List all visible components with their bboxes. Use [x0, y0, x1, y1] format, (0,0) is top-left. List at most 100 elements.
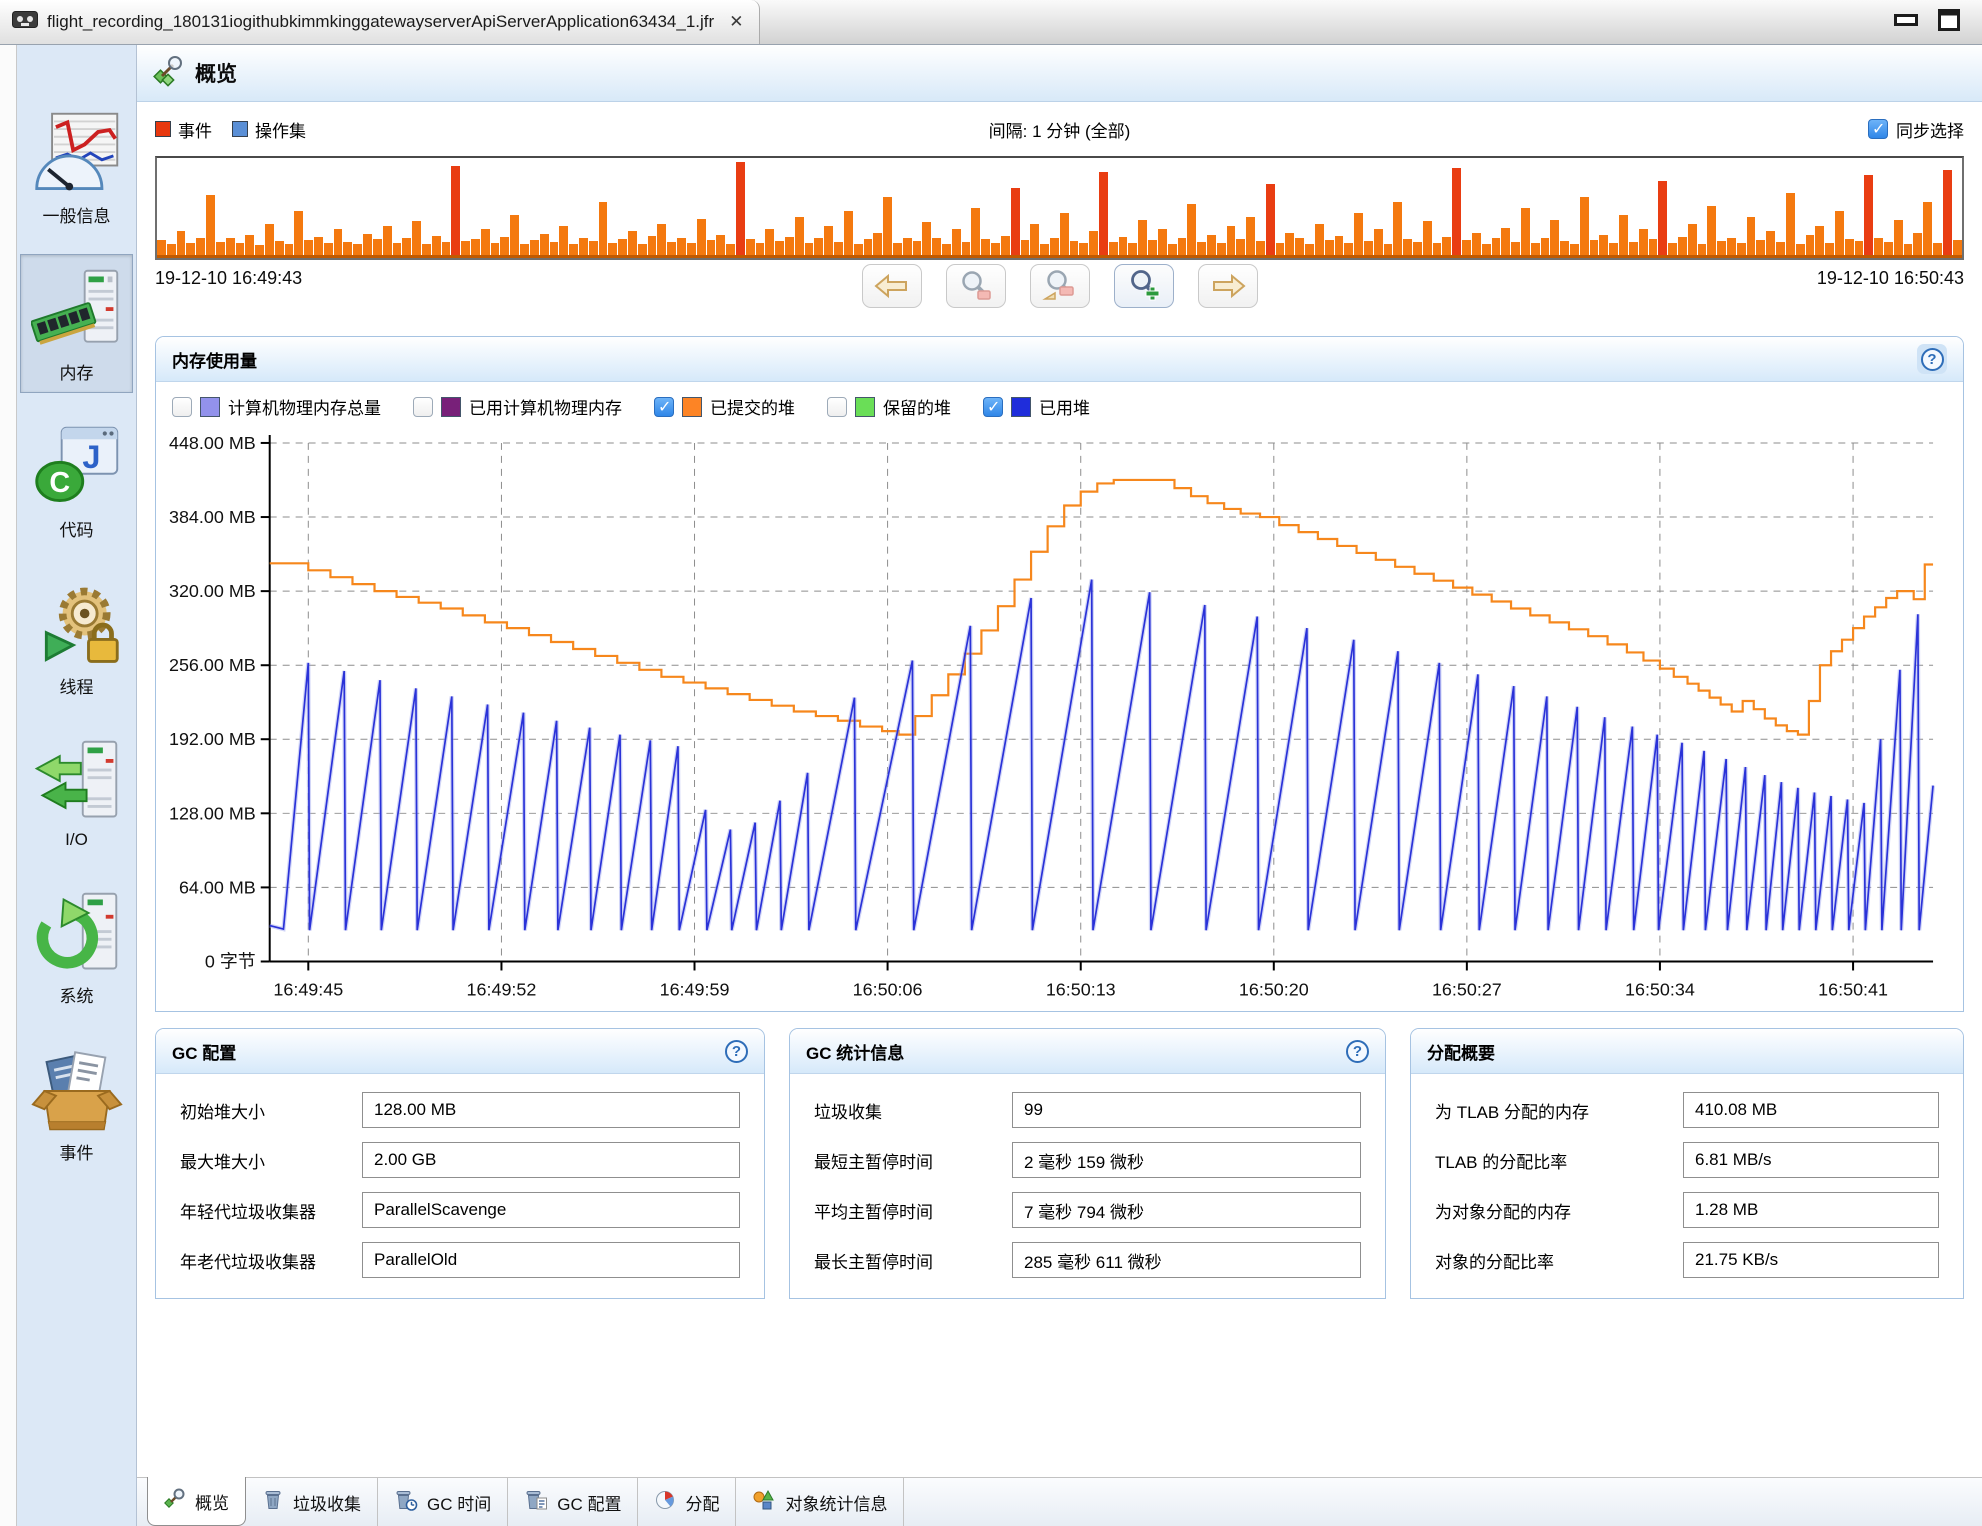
zoom-in-button[interactable] [1114, 264, 1174, 308]
y-tick-label: 256.00 MB [169, 655, 256, 675]
sidebar-item-code[interactable]: J C 代码 [20, 411, 133, 550]
tab-label: 垃圾收集 [293, 1490, 361, 1515]
sidebar-item-label: I/O [65, 830, 88, 850]
operation-set-swatch [232, 121, 248, 137]
used-physical-checkbox[interactable] [413, 397, 433, 417]
pie-chart-icon [654, 1489, 676, 1516]
committed-heap-color-swatch [682, 397, 702, 417]
field-value[interactable]: 99 [1012, 1092, 1361, 1128]
gc-config-help-button[interactable]: ? [725, 1040, 748, 1063]
used-heap-checkbox[interactable] [983, 397, 1003, 417]
pan-right-button[interactable] [1198, 264, 1258, 308]
event-bar [1619, 215, 1628, 258]
tab-gc-time[interactable]: GC 时间 [378, 1478, 508, 1526]
minimize-icon[interactable] [1894, 13, 1918, 31]
threads-gear-icon [31, 579, 123, 671]
sidebar-item-io[interactable]: I/O [20, 725, 133, 859]
event-bar [383, 226, 392, 258]
field-value[interactable]: 6.81 MB/s [1683, 1142, 1939, 1178]
field-value[interactable]: 21.75 KB/s [1683, 1242, 1939, 1278]
event-bar [1246, 217, 1255, 258]
allocation-summary-title: 分配概要 [1427, 1039, 1495, 1064]
memory-usage-chart[interactable]: 448.00 MB384.00 MB320.00 MB256.00 MB192.… [156, 423, 1963, 1011]
event-bar [1266, 184, 1275, 259]
event-bar [1639, 229, 1648, 259]
tab-obj-stats[interactable]: 对象统计信息 [736, 1478, 904, 1526]
tab-gc[interactable]: 垃圾收集 [246, 1478, 378, 1526]
x-tick-label: 16:50:34 [1625, 979, 1695, 999]
gc-stats-title: GC 统计信息 [806, 1039, 904, 1064]
main-content: 概览 事件操作集 间隔: 1 分钟 (全部) 同步选择 19-12-10 16:… [137, 45, 1982, 1526]
allocation-summary-panel: 分配概要 为 TLAB 分配的内存410.08 MBTLAB 的分配比率6.81… [1410, 1028, 1964, 1299]
field-value[interactable]: 7 毫秒 794 微秒 [1012, 1192, 1361, 1228]
field-value[interactable]: ParallelScavenge [362, 1192, 740, 1228]
event-bar [1138, 220, 1147, 259]
tab-overview[interactable]: 概览 [147, 1477, 246, 1526]
event-bar [952, 229, 961, 258]
total-physical-checkbox[interactable] [172, 397, 192, 417]
system-recycle-icon [31, 888, 123, 980]
field-label: TLAB 的分配比率 [1435, 1148, 1683, 1173]
sidebar-item-threads[interactable]: 线程 [20, 568, 133, 707]
field-value[interactable]: 2 毫秒 159 微秒 [1012, 1142, 1361, 1178]
x-tick-label: 16:49:52 [467, 979, 537, 999]
series-toggles-row: 计算机物理内存总量 已用计算机物理内存 已提交的堆 保留的堆 已用堆 [156, 382, 1963, 423]
sync-selection: 同步选择 [1868, 117, 1964, 142]
close-icon[interactable]: ✕ [729, 12, 743, 32]
tab-gc-config[interactable]: GC 配置 [508, 1478, 638, 1526]
tab-alloc[interactable]: 分配 [638, 1478, 736, 1526]
y-tick-label: 128.00 MB [169, 803, 256, 823]
event-bar [1011, 188, 1020, 258]
memory-usage-title: 内存使用量 [172, 347, 257, 372]
sync-selection-checkbox[interactable] [1868, 119, 1888, 139]
sidebar-item-system[interactable]: 系统 [20, 877, 133, 1016]
event-timeline-strip[interactable] [155, 156, 1964, 260]
event-bar [1688, 224, 1697, 258]
maximize-icon[interactable] [1938, 9, 1960, 36]
field-value[interactable]: ParallelOld [362, 1242, 740, 1278]
event-bar [265, 224, 274, 258]
sidebar-item-label: 线程 [60, 673, 94, 698]
event-bar [451, 166, 460, 259]
sidebar-item-general[interactable]: 一般信息 [20, 97, 133, 236]
io-arrows-icon [31, 736, 123, 828]
series-toggle-used-physical[interactable]: 已用计算机物理内存 [413, 394, 622, 419]
event-bar [177, 231, 186, 258]
gc-config-title: GC 配置 [172, 1039, 236, 1064]
committed-heap-checkbox[interactable] [654, 397, 674, 417]
memory-usage-help-button[interactable]: ? [1917, 344, 1947, 374]
series-toggle-committed-heap[interactable]: 已提交的堆 [654, 394, 795, 419]
used-physical-color-swatch [441, 397, 461, 417]
event-bar [657, 224, 666, 258]
series-toggle-used-heap[interactable]: 已用堆 [983, 394, 1090, 419]
event-bar [1550, 220, 1559, 259]
event-bar [1894, 220, 1903, 258]
field-value[interactable]: 128.00 MB [362, 1092, 740, 1128]
sidebar-item-events[interactable]: 事件 [20, 1034, 133, 1173]
legend-label: 操作集 [255, 117, 306, 142]
sidebar: 一般信息 内存 J C 代码 线程 I/O [17, 45, 137, 1526]
event-bar [1187, 204, 1196, 258]
reserved-heap-checkbox[interactable] [827, 397, 847, 417]
sidebar-item-label: 事件 [60, 1139, 94, 1164]
series-toggle-reserved-heap[interactable]: 保留的堆 [827, 394, 951, 419]
field-value[interactable]: 410.08 MB [1683, 1092, 1939, 1128]
timeline-legend: 事件操作集 [155, 117, 306, 142]
code-icon: J C [31, 422, 123, 514]
x-tick-label: 16:50:20 [1239, 979, 1309, 999]
gc-stats-help-button[interactable]: ? [1346, 1040, 1369, 1063]
pan-left-button[interactable] [862, 264, 922, 308]
used-heap-color-swatch [1011, 397, 1031, 417]
zoom-out-button[interactable] [946, 264, 1006, 308]
x-tick-label: 16:49:59 [660, 979, 730, 999]
field-value[interactable]: 1.28 MB [1683, 1192, 1939, 1228]
sidebar-item-memory[interactable]: 内存 [20, 254, 133, 393]
editor-tab[interactable]: flight_recording_180131iogithubkimmkingg… [0, 0, 760, 44]
field-value[interactable]: 2.00 GB [362, 1142, 740, 1178]
event-bar [1354, 213, 1363, 258]
zoom-selection-button[interactable] [1030, 264, 1090, 308]
field-label: 初始堆大小 [180, 1098, 362, 1123]
series-toggle-total-physical[interactable]: 计算机物理内存总量 [172, 394, 381, 419]
field-value[interactable]: 285 毫秒 611 微秒 [1012, 1242, 1361, 1278]
allocation-summary-header: 分配概要 [1411, 1029, 1963, 1074]
